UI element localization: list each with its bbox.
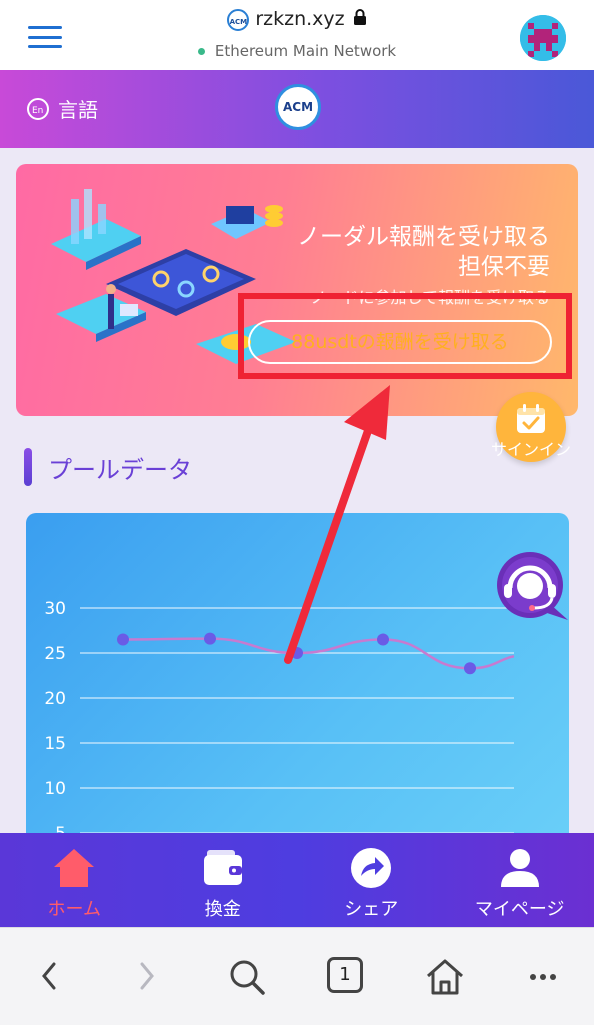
- network-name: Ethereum Main Network: [215, 42, 396, 60]
- tab-home[interactable]: ホーム: [0, 833, 149, 927]
- account-avatar[interactable]: [520, 15, 566, 61]
- tab-mypage-label: マイページ: [446, 895, 594, 921]
- tab-mypage[interactable]: マイページ: [446, 833, 594, 927]
- y-tick-label: 20: [44, 689, 66, 709]
- calendar-check-icon: [514, 402, 548, 436]
- back-icon[interactable]: [36, 958, 62, 994]
- y-tick-label: 10: [44, 779, 66, 799]
- tab-share[interactable]: シェア: [297, 833, 446, 927]
- line-chart: 30252015105: [26, 513, 569, 853]
- data-point[interactable]: [377, 634, 389, 646]
- headset-support-icon: [490, 552, 570, 622]
- customer-support-button[interactable]: [490, 552, 570, 622]
- share-icon: [349, 847, 393, 889]
- tab-home-label: ホーム: [0, 895, 149, 921]
- bottom-tab-bar: ホーム 換金 シェア マイページ: [0, 833, 594, 927]
- search-icon[interactable]: [228, 958, 266, 996]
- signin-button[interactable]: サインイン: [490, 386, 572, 468]
- language-label: 言語: [58, 94, 98, 123]
- acm-logo-text: ACM: [278, 87, 318, 127]
- svg-text:En: En: [32, 106, 43, 116]
- data-point[interactable]: [204, 633, 216, 645]
- app-header: En 言語 ACM: [0, 70, 594, 148]
- tab-exchange-label: 換金: [149, 895, 298, 921]
- lock-icon: [353, 8, 367, 31]
- site-logo-icon: ACM: [227, 9, 249, 31]
- language-icon: En: [26, 97, 50, 121]
- signin-label: サインイン: [484, 436, 578, 460]
- y-tick-label: 25: [44, 644, 66, 664]
- site-domain: rzkzn.xyz: [255, 8, 344, 30]
- data-point[interactable]: [117, 634, 129, 646]
- data-point[interactable]: [464, 662, 476, 674]
- banner-title-line1: ノーダル報酬を受け取る: [297, 222, 550, 252]
- acm-logo: ACM: [275, 84, 321, 130]
- y-tick-label: 15: [44, 734, 66, 754]
- tab-count-button[interactable]: 1: [327, 957, 363, 993]
- network-status-dot: [198, 48, 205, 55]
- user-icon: [498, 847, 542, 889]
- language-selector[interactable]: En 言語: [26, 94, 98, 123]
- tab-exchange[interactable]: 換金: [149, 833, 298, 927]
- wallet-icon: [201, 847, 245, 889]
- heading-accent-bar: [24, 448, 32, 486]
- home-icon: [52, 847, 96, 889]
- highlight-box: [238, 293, 572, 379]
- banner-title: ノーダル報酬を受け取る 担保不要: [297, 222, 550, 282]
- y-tick-label: 30: [44, 599, 66, 619]
- network-status: Ethereum Main Network: [0, 42, 594, 60]
- more-icon[interactable]: [528, 972, 558, 982]
- browser-home-icon[interactable]: [424, 958, 466, 996]
- pool-data-heading: プールデータ: [24, 448, 192, 486]
- site-domain-line: ACM rzkzn.xyz: [0, 8, 594, 31]
- banner-title-line2: 担保不要: [297, 252, 550, 282]
- browser-top-bar: ACM rzkzn.xyz Ethereum Main Network: [0, 0, 594, 71]
- pool-data-title: プールデータ: [48, 450, 192, 485]
- pool-data-chart: 30252015105: [26, 513, 569, 853]
- forward-icon[interactable]: [134, 958, 160, 994]
- browser-toolbar: 1: [0, 927, 594, 1025]
- data-point[interactable]: [291, 647, 303, 659]
- tab-share-label: シェア: [297, 895, 446, 921]
